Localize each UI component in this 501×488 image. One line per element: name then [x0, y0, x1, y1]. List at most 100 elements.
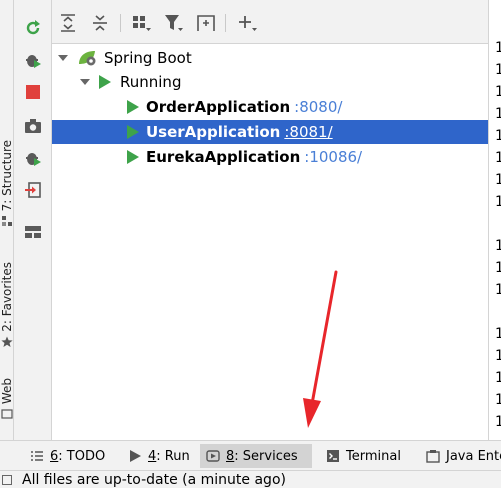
tree-node-label: Running	[120, 73, 182, 91]
attach-button[interactable]	[23, 180, 43, 200]
tab-services[interactable]: 8: Services	[200, 444, 312, 468]
console-line: 1	[495, 326, 501, 342]
layout-button[interactable]	[23, 222, 43, 242]
tab-number: 8	[226, 448, 235, 464]
tab-number: 4	[148, 448, 157, 464]
structure-tab[interactable]: 7: Structure	[0, 140, 14, 227]
favorites-tab-number: 2	[0, 324, 14, 332]
web-tab-label: Web	[0, 378, 14, 405]
expand-all-icon	[61, 14, 75, 32]
app-name: OrderApplication	[146, 98, 291, 116]
add-service-button[interactable]	[237, 12, 259, 34]
spring-boot-icon	[79, 51, 96, 66]
tab-number: 6	[50, 448, 59, 464]
status-message: All files are up-to-date (a minute ago)	[22, 471, 286, 488]
debug-button[interactable]	[23, 50, 43, 70]
toolbar-separator	[120, 14, 121, 32]
todo-icon	[31, 451, 43, 461]
services-toolbar	[52, 0, 488, 44]
tab-terminal[interactable]: Terminal	[320, 444, 407, 468]
structure-tab-number: 7	[0, 203, 14, 212]
tab-label: : Run	[156, 448, 190, 464]
tab-label: : TODO	[58, 448, 106, 464]
tree-node-spring-boot[interactable]: Spring Boot	[52, 46, 488, 70]
console-line: 1	[495, 238, 501, 254]
console-line: 1	[495, 194, 501, 210]
group-by-button[interactable]	[131, 12, 153, 34]
expand-all-button[interactable]	[57, 12, 79, 34]
snapshot-button[interactable]	[23, 116, 43, 136]
tree-node-order-application[interactable]: OrderApplication :8080/	[52, 95, 488, 119]
tab-label: Java Ente	[446, 448, 501, 464]
app-port-link[interactable]: :8080/	[294, 98, 342, 116]
toolbar-separator	[225, 14, 226, 32]
new-tab-button[interactable]	[195, 12, 217, 34]
star-icon	[1, 336, 13, 347]
console-line: 1	[495, 370, 501, 386]
tab-label: Terminal	[346, 448, 401, 464]
status-toggle-icon[interactable]	[2, 474, 12, 485]
rerun-icon	[26, 20, 40, 35]
rerun-button[interactable]	[23, 18, 43, 38]
run-with-coverage-button[interactable]	[23, 148, 43, 168]
console-line: 1	[495, 150, 501, 166]
tab-todo[interactable]: 6: TODO	[24, 444, 111, 468]
tree-node-running[interactable]: Running	[52, 70, 488, 94]
stop-icon	[26, 85, 40, 99]
tool-window-bar: 6: TODO 4: Run 8: Services Terminal Java…	[0, 440, 501, 470]
snapshot-icon	[25, 119, 41, 133]
tab-run[interactable]: 4: Run	[122, 444, 196, 468]
structure-tab-label: : Structure	[0, 140, 14, 204]
app-port-link[interactable]: :10086/	[304, 148, 362, 166]
debug-icon	[26, 55, 41, 68]
console-line: 1	[495, 348, 501, 364]
stop-button[interactable]	[23, 82, 43, 102]
attach-icon	[25, 182, 41, 198]
tree-node-eureka-application[interactable]: EurekaApplication :10086/	[52, 145, 488, 169]
structure-icon	[2, 216, 12, 227]
app-port-link[interactable]: :8081/	[284, 123, 332, 141]
chevron-down-icon[interactable]	[80, 77, 90, 87]
console-panel[interactable]: 1 1 1 1 1 1 1 1 1 1 1 1 1 1 1 1	[488, 0, 501, 440]
console-line: 1	[495, 128, 501, 144]
console-line: 1	[495, 260, 501, 276]
services-action-bar	[14, 0, 52, 440]
tree-node-user-application[interactable]: UserApplication :8081/	[52, 120, 488, 144]
services-icon	[206, 450, 220, 462]
collapse-all-icon	[93, 15, 107, 31]
tab-java-enterprise[interactable]: Java Ente	[420, 444, 501, 468]
layout-icon	[25, 226, 41, 238]
running-app-icon	[127, 150, 139, 164]
group-by-icon	[133, 16, 151, 31]
services-tree: Spring Boot Running OrderApplication :80…	[52, 44, 488, 440]
running-icon	[99, 75, 111, 89]
favorites-tab[interactable]: 2: Favorites	[0, 262, 14, 348]
run-with-coverage-icon	[26, 153, 41, 166]
terminal-icon	[327, 450, 339, 462]
chevron-down-icon[interactable]	[58, 53, 68, 63]
tab-label: : Services	[234, 448, 298, 464]
add-service-icon	[239, 16, 257, 31]
console-line: 1	[495, 62, 501, 78]
console-line: 1	[495, 282, 501, 298]
running-app-icon	[127, 100, 139, 114]
console-line: 1	[495, 392, 501, 408]
console-line: 1	[495, 106, 501, 122]
tree-node-label: Spring Boot	[104, 49, 192, 67]
web-icon	[1, 409, 13, 419]
web-tab[interactable]: Web	[0, 378, 14, 420]
filter-icon	[165, 15, 183, 31]
new-tab-icon	[197, 15, 215, 31]
java-enterprise-icon	[426, 450, 440, 463]
running-app-icon	[127, 125, 139, 139]
filter-button[interactable]	[163, 12, 185, 34]
left-tool-stripe: 7: Structure 2: Favorites Web	[0, 0, 14, 440]
console-line: 1	[495, 414, 501, 430]
console-line: 1	[495, 172, 501, 188]
app-name: UserApplication	[146, 123, 281, 141]
console-line: 1	[495, 40, 501, 56]
favorites-tab-label: : Favorites	[0, 262, 14, 325]
console-line: 1	[495, 84, 501, 100]
app-name: EurekaApplication	[146, 148, 301, 166]
collapse-all-button[interactable]	[89, 12, 111, 34]
